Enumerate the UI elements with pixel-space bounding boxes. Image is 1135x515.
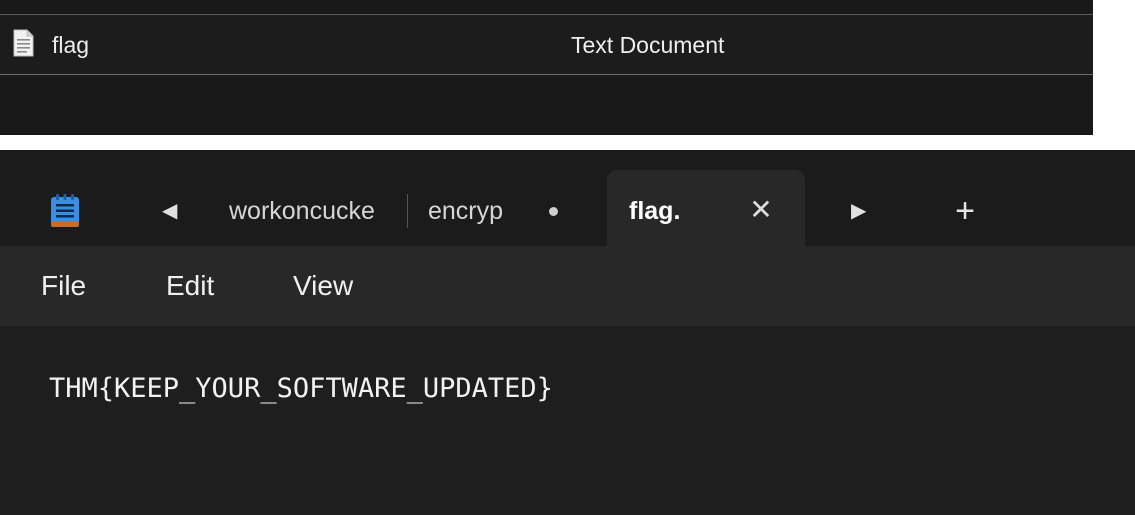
menu-file[interactable]: File <box>41 268 86 304</box>
tab-separator <box>407 194 408 228</box>
menu-view[interactable]: View <box>293 268 353 304</box>
menu-edit[interactable]: Edit <box>166 268 214 304</box>
file-name: flag <box>52 32 90 58</box>
scroll-right-button[interactable]: ▶ <box>851 200 866 222</box>
tab-encryp[interactable]: encryp <box>428 188 527 234</box>
new-tab-button[interactable]: + <box>947 188 983 234</box>
editor-content[interactable]: THM{KEEP_YOUR_SOFTWARE_UPDATED} <box>49 370 553 408</box>
tab-flag-active[interactable]: flag.txt ✕ <box>607 170 805 246</box>
tab-workoncuckoo[interactable]: workoncucke <box>229 188 407 234</box>
empty-row <box>0 75 1093 135</box>
scroll-left-button[interactable]: ◀ <box>162 200 177 222</box>
file-explorer: flag Text Document <box>0 0 1093 135</box>
unsaved-indicator-icon <box>549 207 558 216</box>
close-tab-icon[interactable]: ✕ <box>741 190 781 230</box>
file-row[interactable]: flag Text Document <box>0 15 1093 75</box>
notepad-window: ◀ workoncucke encryp flag.txt ✕ ▶ + File… <box>0 150 1135 515</box>
notepad-icon <box>50 194 80 228</box>
file-type: Text Document <box>571 32 725 58</box>
text-document-icon <box>9 29 37 57</box>
tab-label: flag.txt <box>629 197 679 225</box>
tab-bar: ◀ workoncucke encryp flag.txt ✕ ▶ + <box>0 150 1135 246</box>
menu-bar: File Edit View <box>0 246 1135 326</box>
text-editor[interactable]: THM{KEEP_YOUR_SOFTWARE_UPDATED} <box>0 326 1135 515</box>
